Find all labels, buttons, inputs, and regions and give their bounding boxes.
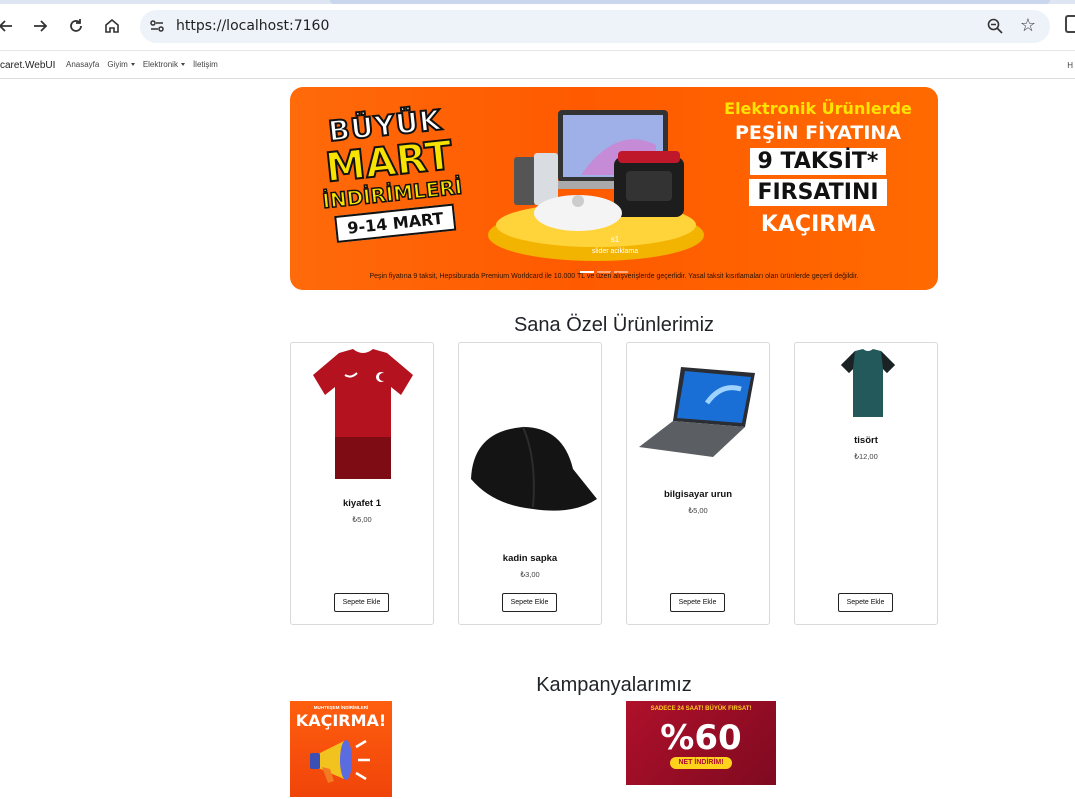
forward-icon[interactable] xyxy=(28,14,52,38)
add-to-cart-button[interactable]: Sepete Ekle xyxy=(334,593,389,612)
banner-footnote: Peşin fiyatına 9 taksit, Hepsiburada Pre… xyxy=(369,273,859,280)
add-to-cart-button[interactable]: Sepete Ekle xyxy=(838,593,893,612)
offer-line: KAÇIRMA xyxy=(760,212,876,237)
product-card: bilgisayar urun ₺5,00 Sepete Ekle xyxy=(626,342,770,625)
product-card: kadin sapka ₺3,00 Sepete Ekle xyxy=(458,342,602,625)
site-settings-icon[interactable] xyxy=(148,17,166,35)
product-price: ₺5,00 xyxy=(688,506,708,515)
campaign-banner-60-discount[interactable]: SADECE 24 SAAT! BÜYÜK FIRSAT! %60 NET İN… xyxy=(626,701,776,785)
bookmark-star-icon[interactable]: ☆ xyxy=(1020,15,1036,36)
nav-right-link[interactable]: H xyxy=(1067,61,1073,70)
product-price: ₺12,00 xyxy=(854,452,878,461)
hero-carousel[interactable]: BÜYÜK MART İNDİRİMLERİ 9-14 MART s1 slid… xyxy=(290,87,938,290)
campaigns-section-title: Kampanyalarımız xyxy=(536,674,692,696)
extensions-icon[interactable] xyxy=(1065,15,1075,33)
product-card: tisört ₺12,00 Sepete Ekle xyxy=(794,342,938,625)
nav-links: Anasayfa Giyim Elektronik İletişim xyxy=(66,60,218,69)
reload-icon[interactable] xyxy=(64,14,88,38)
product-image-cap[interactable] xyxy=(463,419,599,519)
product-image-jersey[interactable] xyxy=(309,347,417,481)
add-to-cart-button[interactable]: Sepete Ekle xyxy=(670,593,725,612)
tab-strip xyxy=(0,0,1075,4)
banner-title: BÜYÜK MART İNDİRİMLERİ 9-14 MART xyxy=(314,102,467,244)
offer-box: 9 TAKSİT* xyxy=(749,148,887,175)
brand-link[interactable]: caret.WebUI xyxy=(0,60,55,71)
slide-caption: s1 slider aciklama xyxy=(560,235,670,255)
slide-caption-text: slider aciklama xyxy=(591,248,639,255)
home-icon[interactable] xyxy=(100,14,124,38)
product-name[interactable]: tisört xyxy=(795,435,937,446)
campaign-subline: NET İNDİRİM! xyxy=(670,757,732,769)
nav-iletisim[interactable]: İletişim xyxy=(193,60,218,69)
products-section-title: Sana Özel Ürünlerimiz xyxy=(513,314,715,336)
campaign-top-text: SADECE 24 SAAT! BÜYÜK FIRSAT! xyxy=(650,706,752,712)
banner-date-badge: 9-14 MART xyxy=(334,203,457,243)
nav-elektronik-dropdown[interactable]: Elektronik xyxy=(143,60,185,69)
product-card: kiyafet 1 ₺5,00 Sepete Ekle xyxy=(290,342,434,625)
url-text[interactable]: https://localhost:7160 xyxy=(176,18,329,34)
offer-line: PEŞİN FİYATINA xyxy=(734,122,902,144)
product-price: ₺5,00 xyxy=(352,515,372,524)
product-image-laptop[interactable] xyxy=(637,363,759,459)
nav-label: İletişim xyxy=(192,60,218,69)
campaign-headline: %60 xyxy=(660,718,742,758)
nav-giyim-dropdown[interactable]: Giyim xyxy=(107,60,135,69)
product-image-tshirt[interactable] xyxy=(839,349,897,419)
nav-anasayfa[interactable]: Anasayfa xyxy=(66,60,99,69)
caret-down-icon xyxy=(180,63,185,67)
product-name[interactable]: bilgisayar urun xyxy=(627,489,769,500)
zoom-icon[interactable] xyxy=(986,17,1004,35)
offer-box: FIRSATINI xyxy=(749,179,887,206)
site-navbar: caret.WebUI Anasayfa Giyim Elektronik İl… xyxy=(0,50,1075,79)
campaign-headline: KAÇIRMA! xyxy=(295,711,387,730)
nav-label: Elektronik xyxy=(142,60,178,69)
back-icon[interactable] xyxy=(0,14,18,38)
campaign-top-text: MUHTEŞEM İNDİRİMLERİ xyxy=(313,705,369,710)
megaphone-icon xyxy=(310,739,370,783)
nav-label: Anasayfa xyxy=(66,60,100,69)
campaign-banner-kacirma[interactable]: MUHTEŞEM İNDİRİMLERİ KAÇIRMA! xyxy=(290,701,392,797)
caret-down-icon xyxy=(130,63,135,67)
nav-label: Giyim xyxy=(107,60,128,69)
banner-offer: Elektronik Ürünlerde PEŞİN FİYATINA 9 TA… xyxy=(718,99,918,237)
product-price: ₺3,00 xyxy=(520,570,540,579)
add-to-cart-button[interactable]: Sepete Ekle xyxy=(502,593,557,612)
product-name[interactable]: kiyafet 1 xyxy=(291,498,433,509)
slide-label: s1 xyxy=(610,235,620,244)
browser-toolbar: https://localhost:7160 ☆ xyxy=(0,0,1075,50)
offer-line: Elektronik Ürünlerde xyxy=(724,99,912,118)
address-bar[interactable]: https://localhost:7160 ☆ xyxy=(140,10,1050,43)
product-name[interactable]: kadin sapka xyxy=(459,553,601,564)
